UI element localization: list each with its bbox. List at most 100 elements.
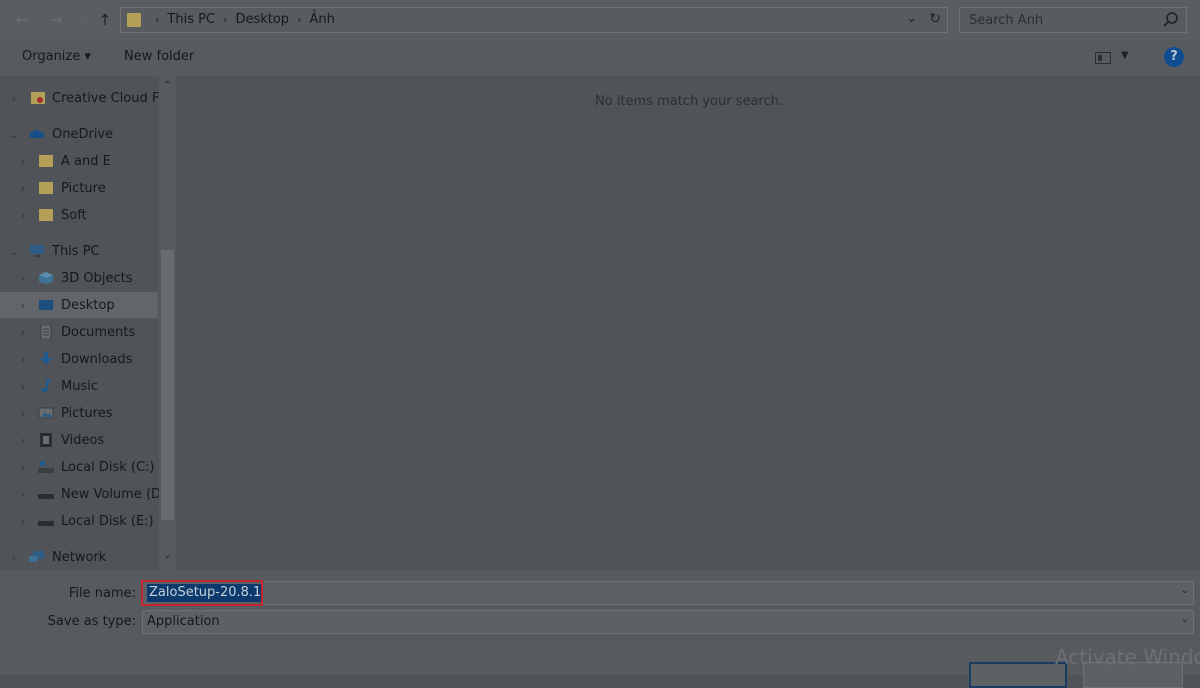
breadcrumb-anh[interactable]: Ảnh: [309, 12, 334, 27]
expand-chevron-icon[interactable]: ›: [17, 272, 29, 285]
nav-item-pictures[interactable]: › Pictures: [0, 400, 158, 426]
help-icon[interactable]: ?: [1164, 47, 1184, 67]
highlight-box: [141, 580, 263, 606]
save-as-type-select[interactable]: Application ⌄: [142, 610, 1194, 634]
nav-item-label: Local Disk (C:): [61, 459, 155, 475]
folder-icon: [39, 182, 53, 194]
network-icon: [29, 551, 44, 562]
expand-chevron-icon[interactable]: ›: [17, 182, 29, 195]
command-toolbar: Organize ▾ New folder ▼: [0, 40, 1200, 76]
expand-chevron-icon[interactable]: ›: [17, 434, 29, 447]
breadcrumb-desktop[interactable]: Desktop: [235, 12, 289, 27]
search-input[interactable]: [960, 8, 1174, 32]
nav-item-label: Desktop: [61, 297, 115, 313]
nav-item-label: Network: [52, 549, 107, 565]
nav-item-label: Soft: [61, 207, 87, 223]
download-arrow-icon: [40, 352, 52, 365]
empty-results-message: No items match your search.: [594, 94, 783, 109]
expand-chevron-icon[interactable]: ›: [17, 407, 29, 420]
chevron-right-icon[interactable]: ›: [297, 13, 301, 26]
nav-item-label: New Volume (D:: [61, 486, 166, 502]
nav-item-network[interactable]: › Network: [0, 544, 158, 570]
nav-item-this-pc[interactable]: ⌄ This PC: [0, 238, 158, 264]
nav-item-soft[interactable]: › Soft: [0, 202, 158, 228]
nav-item-downloads[interactable]: › Downloads: [0, 346, 158, 372]
expand-chevron-icon[interactable]: ›: [17, 488, 29, 501]
forward-arrow-icon[interactable]: →: [45, 8, 67, 32]
nav-item-documents[interactable]: › Documents: [0, 319, 158, 345]
nav-item-label: Pictures: [61, 405, 113, 421]
nav-item-onedrive[interactable]: ⌄ OneDrive: [0, 121, 158, 147]
expand-chevron-icon[interactable]: ›: [17, 155, 29, 168]
nav-item-a-and-e[interactable]: › A and E: [0, 148, 158, 174]
nav-item-local-disk-e[interactable]: › Local Disk (E:): [0, 508, 158, 534]
folder-icon: [39, 155, 53, 167]
expand-chevron-icon[interactable]: ›: [17, 299, 29, 312]
expand-chevron-icon[interactable]: ›: [17, 461, 29, 474]
new-folder-button[interactable]: New folder: [124, 49, 194, 64]
chevron-right-icon[interactable]: ›: [223, 13, 227, 26]
address-bar-row: ← → ⌄ ↑ › This PC › Desktop › Ảnh ⌄ ↻: [0, 0, 1200, 40]
nav-item-label: Music: [61, 378, 98, 394]
nav-item-label: Local Disk (E:): [61, 513, 154, 529]
computer-icon: [30, 245, 44, 257]
navigation-pane: › Creative Cloud Fil ⌄ OneDrive › A and …: [0, 76, 178, 570]
save-button[interactable]: [969, 662, 1067, 688]
address-box[interactable]: › This PC › Desktop › Ảnh ⌄ ↻: [120, 7, 948, 33]
onedrive-cloud-icon: [29, 129, 45, 138]
back-arrow-icon[interactable]: ←: [11, 8, 33, 32]
drive-icon: [38, 494, 54, 499]
folder-icon: [127, 13, 141, 27]
folder-icon: [39, 209, 53, 221]
organize-button[interactable]: Organize ▾: [22, 49, 91, 64]
scroll-up-arrow-icon[interactable]: ⌃: [160, 80, 175, 91]
search-box[interactable]: [959, 7, 1187, 33]
file-list-area[interactable]: No items match your search.: [178, 76, 1200, 570]
nav-item-label: Downloads: [61, 351, 133, 367]
nav-item-local-disk-c[interactable]: › Local Disk (C:): [0, 454, 158, 480]
nav-item-label: This PC: [52, 243, 100, 259]
recent-locations-chevron-icon[interactable]: ⌄: [74, 8, 96, 32]
nav-item-label: A and E: [61, 153, 111, 169]
chevron-down-icon[interactable]: ⌄: [1181, 614, 1189, 625]
refresh-icon[interactable]: ↻: [929, 11, 941, 27]
file-name-label: File name:: [68, 586, 136, 601]
expand-chevron-icon[interactable]: ›: [17, 353, 29, 366]
nav-item-label: 3D Objects: [61, 270, 133, 286]
nav-item-videos[interactable]: › Videos: [0, 427, 158, 453]
film-icon: [40, 433, 52, 447]
address-dropdown-chevron-icon[interactable]: ⌄: [906, 11, 917, 26]
view-options-icon[interactable]: [1095, 52, 1111, 64]
nav-item-desktop[interactable]: › Desktop: [0, 292, 158, 318]
nav-item-label: Picture: [61, 180, 106, 196]
scroll-down-arrow-icon[interactable]: ⌄: [160, 550, 175, 561]
nav-item-3d-objects[interactable]: › 3D Objects: [0, 265, 158, 291]
nav-scrollbar-thumb[interactable]: [161, 250, 174, 520]
nav-item-label: Videos: [61, 432, 105, 448]
up-arrow-icon[interactable]: ↑: [94, 8, 116, 32]
chevron-right-icon[interactable]: ›: [155, 13, 159, 26]
search-icon[interactable]: [1162, 10, 1180, 30]
breadcrumb-this-pc[interactable]: This PC: [167, 12, 215, 27]
file-name-field[interactable]: ZaloSetup-20.8.1 ⌄: [142, 581, 1194, 605]
document-icon: [40, 325, 52, 339]
pictures-icon: [38, 407, 54, 419]
nav-item-music[interactable]: › Music: [0, 373, 158, 399]
expand-chevron-icon[interactable]: ›: [8, 92, 20, 105]
save-as-type-label: Save as type:: [47, 614, 136, 629]
music-note-icon: [41, 379, 52, 393]
expand-chevron-icon[interactable]: ›: [8, 551, 20, 564]
nav-item-picture[interactable]: › Picture: [0, 175, 158, 201]
expand-chevron-icon[interactable]: ›: [17, 326, 29, 339]
expand-chevron-icon[interactable]: ›: [17, 209, 29, 222]
collapse-chevron-icon[interactable]: ⌄: [8, 128, 20, 141]
expand-chevron-icon[interactable]: ›: [17, 380, 29, 393]
drive-icon: [38, 521, 54, 526]
nav-item-creative-cloud[interactable]: › Creative Cloud Fil: [0, 85, 166, 111]
expand-chevron-icon[interactable]: ›: [17, 515, 29, 528]
view-dropdown-icon[interactable]: ▼: [1121, 50, 1129, 61]
collapse-chevron-icon[interactable]: ⌄: [8, 245, 20, 258]
chevron-down-icon[interactable]: ⌄: [1181, 585, 1189, 596]
nav-item-new-volume-d[interactable]: › New Volume (D:: [0, 481, 166, 507]
activate-windows-watermark: Activate Windo: [1055, 645, 1200, 669]
